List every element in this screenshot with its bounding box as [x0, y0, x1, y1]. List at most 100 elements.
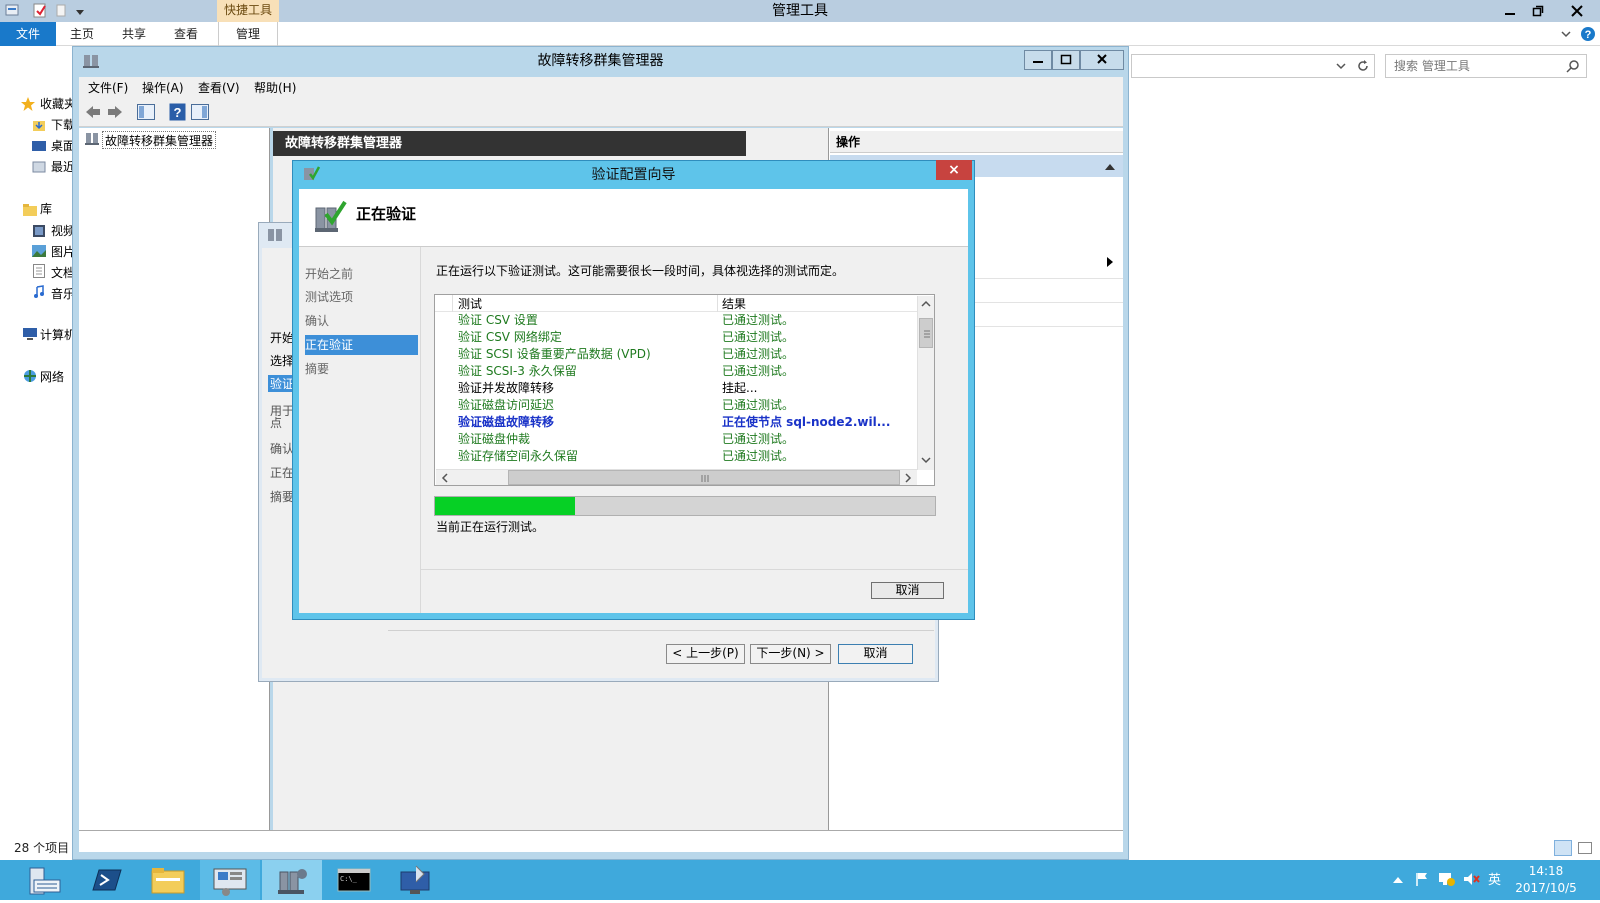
large-icons-view-icon[interactable] [1578, 842, 1592, 854]
control-panel-icon[interactable] [200, 860, 260, 900]
nav-desktop[interactable]: 桌面 [51, 136, 73, 156]
network-status-icon[interactable] [1438, 871, 1456, 887]
horizontal-scroll-thumb[interactable] [508, 470, 900, 485]
failover-cluster-manager-taskbar-icon[interactable] [262, 860, 322, 900]
close-button[interactable] [1558, 0, 1596, 22]
menu-help[interactable]: 帮助(H) [254, 77, 302, 99]
table-header-row [435, 295, 917, 312]
previous-button[interactable]: < 上一步(P) [666, 644, 745, 664]
tab-view[interactable]: 查看 [166, 22, 206, 46]
test-result-cell[interactable]: 已通过测试。 [722, 448, 794, 464]
test-result-cell[interactable]: 已通过测试。 [722, 397, 794, 413]
new-folder-icon[interactable] [32, 2, 48, 18]
test-name-cell[interactable]: 验证 CSV 设置 [458, 312, 538, 328]
test-result-cell[interactable]: 已通过测试。 [722, 363, 794, 379]
test-name-cell[interactable]: 验证磁盘仲裁 [458, 431, 530, 447]
progress-status: 当前正在运行测试。 [436, 520, 545, 534]
test-result-cell[interactable]: 已通过测试。 [722, 312, 794, 328]
action-center-flag-icon[interactable] [1414, 871, 1430, 887]
scroll-left-icon[interactable] [439, 472, 451, 484]
mmc-forward-icon[interactable] [106, 104, 124, 120]
command-prompt-icon[interactable]: C:\_ [324, 860, 384, 900]
nav-videos[interactable]: 视频 [51, 221, 73, 241]
minimize-button[interactable] [1496, 0, 1524, 22]
header-test[interactable]: 测试 [458, 296, 482, 312]
show-hidden-icons-icon[interactable] [1392, 874, 1404, 884]
mmc-maximize-button[interactable] [1052, 50, 1080, 70]
menu-action[interactable]: 操作(A) [142, 77, 190, 99]
test-result-cell[interactable]: 已通过测试。 [722, 431, 794, 447]
nav-favorites[interactable]: 收藏夹 [40, 94, 73, 114]
refresh-icon[interactable] [1356, 59, 1370, 73]
address-dropdown-icon[interactable] [1335, 60, 1347, 72]
menu-view[interactable]: 查看(V) [198, 77, 246, 99]
nav-pictures[interactable]: 图片 [51, 242, 73, 262]
nav-documents[interactable]: 文档 [51, 263, 73, 283]
test-name-cell[interactable]: 验证磁盘故障转移 [458, 414, 554, 430]
clock-time[interactable]: 14:18 [1516, 864, 1576, 878]
tab-share[interactable]: 共享 [114, 22, 154, 46]
nav-computer[interactable]: 计算机 [40, 325, 73, 345]
nav-music[interactable]: 音乐 [51, 284, 73, 304]
test-name-cell[interactable]: 验证 SCSI-3 永久保留 [458, 363, 577, 379]
test-name-cell[interactable]: 验证 SCSI 设备重要产品数据 (VPD) [458, 346, 651, 362]
tab-file[interactable]: 文件 [0, 22, 56, 46]
nav-network[interactable]: 网络 [40, 367, 73, 387]
mmc-close-button[interactable] [1080, 50, 1124, 70]
show-hide-action-pane-icon[interactable] [190, 102, 210, 122]
volume-muted-icon[interactable] [1462, 871, 1480, 887]
test-result-cell[interactable]: 已通过测试。 [722, 329, 794, 345]
scroll-right-icon[interactable] [902, 472, 914, 484]
bwiz-cancel-button[interactable]: 取消 [838, 644, 913, 664]
help-icon[interactable]: ? [1580, 26, 1596, 42]
test-name-cell[interactable]: 验证磁盘访问延迟 [458, 397, 554, 413]
input-method-indicator[interactable]: 英 [1488, 869, 1506, 888]
test-name-cell[interactable]: 验证并发故障转移 [458, 380, 554, 396]
properties-icon[interactable] [4, 2, 20, 18]
undo-icon[interactable] [54, 2, 68, 18]
nav-downloads[interactable]: 下载 [51, 115, 73, 135]
test-result-cell[interactable]: 已通过测试。 [722, 346, 794, 362]
scroll-up-icon[interactable] [920, 298, 932, 310]
header-separator [717, 295, 718, 312]
test-result-cell[interactable]: 挂起... [722, 380, 757, 396]
next-button[interactable]: 下一步(N) > [750, 644, 831, 664]
clock-date[interactable]: 2017/10/5 [1506, 881, 1586, 895]
network-icon [22, 368, 38, 384]
tab-home[interactable]: 主页 [62, 22, 102, 46]
show-hide-console-tree-icon[interactable] [136, 102, 156, 122]
test-result-cell[interactable]: 正在使节点 sql-node2.wil... [722, 414, 890, 430]
tree-root-item[interactable]: 故障转移群集管理器 [102, 131, 217, 149]
details-view-icon[interactable] [1554, 840, 1572, 856]
scroll-down-icon[interactable] [920, 454, 932, 466]
remote-desktop-icon[interactable] [386, 860, 446, 900]
vertical-scroll-thumb[interactable] [919, 318, 933, 348]
file-explorer-icon[interactable] [138, 860, 198, 900]
server-manager-icon[interactable] [14, 860, 74, 900]
bwiz-step: 点 [270, 416, 283, 430]
collapse-actions-icon[interactable] [1104, 161, 1116, 171]
tab-manage[interactable]: 管理 [218, 22, 278, 46]
qat-dropdown-icon[interactable] [74, 6, 86, 16]
search-input[interactable]: 搜索 管理工具 [1385, 54, 1587, 78]
restore-button[interactable] [1524, 0, 1552, 22]
search-icon[interactable] [1566, 59, 1580, 73]
nav-libraries[interactable]: 库 [40, 199, 73, 219]
nav-recent[interactable]: 最近 [51, 157, 73, 177]
dialog-close-button[interactable]: × [936, 160, 972, 180]
mmc-help-icon[interactable]: ? [168, 102, 188, 122]
test-name-cell[interactable]: 验证存储空间永久保留 [458, 448, 578, 464]
validating-icon [312, 198, 348, 234]
powershell-icon[interactable] [77, 860, 137, 900]
test-name-cell[interactable]: 验证 CSV 网络绑定 [458, 329, 562, 345]
mmc-back-icon[interactable] [84, 104, 102, 120]
expand-ribbon-icon[interactable] [1560, 28, 1572, 40]
submenu-arrow-icon[interactable] [1106, 256, 1114, 268]
quick-tools-tab[interactable]: 快捷工具 [217, 0, 279, 22]
cancel-button[interactable]: 取消 [871, 582, 944, 599]
header-result[interactable]: 结果 [722, 296, 746, 312]
dialog-description: 正在运行以下验证测试。这可能需要很长一段时间，具体视选择的测试而定。 [436, 264, 845, 278]
header-separator [452, 295, 453, 312]
mmc-minimize-button[interactable] [1024, 50, 1052, 70]
menu-file[interactable]: 文件(F) [88, 77, 136, 99]
